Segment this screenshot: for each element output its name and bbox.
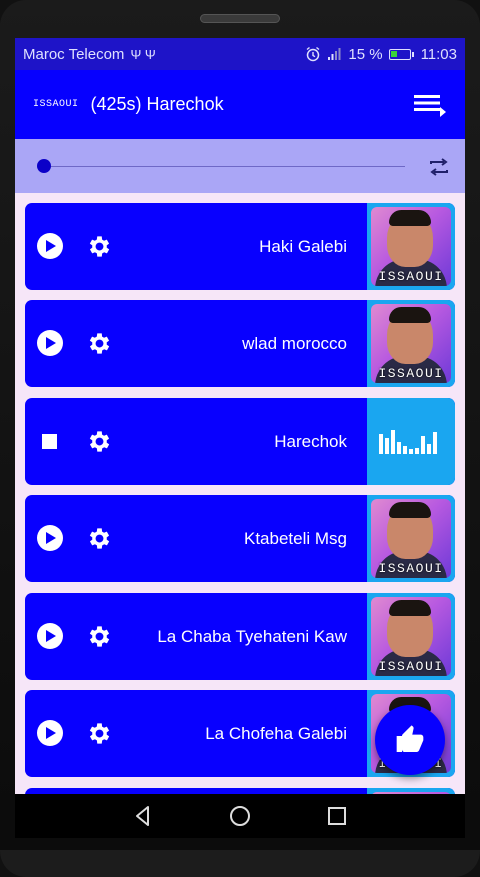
battery-icon [388, 48, 414, 60]
clock: 11:03 [420, 45, 457, 63]
carrier-name: Maroc Telecom [23, 45, 125, 63]
song-item-now-playing[interactable]: Harechok [25, 398, 455, 485]
app-screen: Maroc Telecom Ψ Ψ 15 % 11:03 ISSAOUI (42… [15, 38, 465, 794]
equalizer-icon [367, 398, 455, 485]
status-bar: Maroc Telecom Ψ Ψ 15 % 11:03 [15, 38, 465, 70]
battery-percent: 15 % [348, 45, 383, 63]
playlist-menu-icon[interactable] [413, 92, 447, 118]
play-icon [46, 240, 56, 252]
gear-icon[interactable] [86, 623, 113, 650]
play-button[interactable] [37, 623, 63, 649]
repeat-icon[interactable] [427, 155, 451, 179]
thumbnail-caption: ISSAOUI [378, 561, 444, 576]
song-title: Harechok [274, 432, 347, 451]
gear-icon[interactable] [86, 233, 113, 260]
app-header: ISSAOUI (425s) Harechok [15, 70, 465, 139]
song-title: Haki Galebi [259, 237, 347, 256]
home-icon[interactable] [228, 804, 252, 828]
system-nav-bar [15, 794, 465, 838]
gear-icon[interactable] [86, 330, 113, 357]
player-controls [15, 139, 465, 193]
phone-frame: Maroc Telecom Ψ Ψ 15 % 11:03 ISSAOUI (42… [0, 0, 480, 877]
phone-chin [0, 850, 480, 877]
play-button[interactable] [37, 233, 63, 259]
song-title: Ktabeteli Msg [244, 529, 347, 548]
song-title: La Chaba Tyehateni Kaw [157, 627, 347, 646]
play-icon [46, 727, 56, 739]
song-title: wlad morocco [242, 334, 347, 353]
song-item[interactable]: Haki Galebi ISSAOUI [25, 203, 455, 290]
gear-icon[interactable] [86, 525, 113, 552]
play-button[interactable] [37, 330, 63, 356]
alarm-icon [306, 46, 320, 62]
like-button[interactable] [375, 705, 445, 775]
song-thumbnail: ISSAOUI [367, 593, 455, 680]
seek-bar[interactable] [43, 166, 405, 167]
app-logo: ISSAOUI [33, 99, 79, 110]
gear-icon[interactable] [86, 428, 113, 455]
song-thumbnail: ISSAOUI [367, 300, 455, 387]
song-item[interactable]: wlad morocco ISSAOUI [25, 300, 455, 387]
gear-icon[interactable] [86, 720, 113, 747]
seek-thumb[interactable] [37, 159, 51, 173]
play-icon [46, 532, 56, 544]
play-icon [46, 630, 56, 642]
thumbnail-caption: ISSAOUI [378, 269, 444, 284]
play-button[interactable] [37, 525, 63, 551]
thumbs-up-icon [396, 725, 424, 752]
song-item[interactable]: La Chaba Tyehateni Kaw ISSAOUI [25, 593, 455, 680]
usb-icon: Ψ Ψ [130, 46, 156, 62]
thumbnail-caption: ISSAOUI [378, 659, 444, 674]
thumbnail-caption: ISSAOUI [378, 366, 444, 381]
earpiece-speaker [200, 14, 280, 23]
recents-icon[interactable] [325, 804, 349, 828]
stop-button[interactable] [42, 434, 57, 449]
song-title: La Chofeha Galebi [205, 724, 347, 743]
song-thumbnail: ISSAOUI [367, 495, 455, 582]
song-item[interactable]: Ktabeteli Msg ISSAOUI [25, 495, 455, 582]
song-thumbnail: ISSAOUI [367, 203, 455, 290]
back-icon[interactable] [131, 804, 155, 828]
now-playing-title: (425s) Harechok [90, 94, 224, 114]
play-icon [46, 337, 56, 349]
play-button[interactable] [37, 720, 63, 746]
signal-icon [328, 48, 341, 60]
